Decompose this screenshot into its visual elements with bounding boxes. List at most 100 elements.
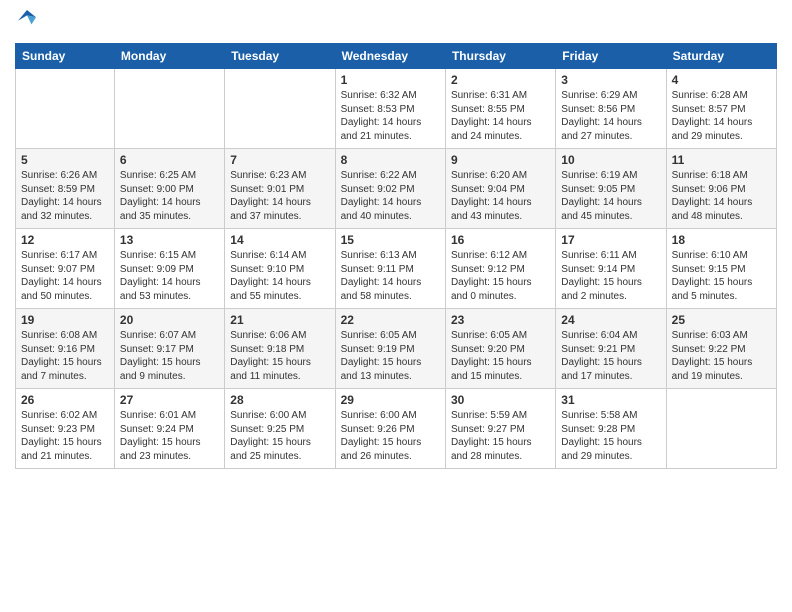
day-info: Sunrise: 6:05 AM Sunset: 9:19 PM Dayligh… [341,329,440,383]
day-number: 6 [120,153,219,167]
day-info: Sunrise: 6:29 AM Sunset: 8:56 PM Dayligh… [561,89,660,143]
day-info: Sunrise: 6:14 AM Sunset: 9:10 PM Dayligh… [230,249,329,303]
calendar-cell: 16 Sunrise: 6:12 AM Sunset: 9:12 PM Dayli… [445,229,555,309]
day-info: Sunrise: 6:20 AM Sunset: 9:04 PM Dayligh… [451,169,550,223]
day-info: Sunrise: 6:03 AM Sunset: 9:22 PM Dayligh… [672,329,771,383]
day-number: 29 [341,393,440,407]
calendar-cell: 28 Sunrise: 6:00 AM Sunset: 9:25 PM Dayli… [225,389,335,469]
calendar-cell: 15Sunrise: 6:13 AM Sunset: 9:11 PM Dayli… [335,229,445,309]
day-number: 9 [451,153,550,167]
day-number: 13 [120,233,219,247]
page-container: SundayMondayTuesdayWednesdayThursdayFrid… [0,0,792,479]
col-header-tuesday: Tuesday [225,44,335,69]
day-info: Sunrise: 6:18 AM Sunset: 9:06 PM Dayligh… [672,169,771,223]
calendar-cell: 17 Sunrise: 6:11 AM Sunset: 9:14 PM Dayli… [556,229,666,309]
day-number: 25 [672,313,771,327]
calendar-cell: 11 Sunrise: 6:18 AM Sunset: 9:06 PM Dayli… [666,149,776,229]
day-number: 23 [451,313,550,327]
week-row-1: 1 Sunrise: 6:32 AM Sunset: 8:53 PM Daylig… [16,69,777,149]
day-number: 31 [561,393,660,407]
day-number: 17 [561,233,660,247]
day-number: 1 [341,73,440,87]
header-row: SundayMondayTuesdayWednesdayThursdayFrid… [16,44,777,69]
calendar-cell: 9 Sunrise: 6:20 AM Sunset: 9:04 PM Daylig… [445,149,555,229]
calendar-cell: 19Sunrise: 6:08 AM Sunset: 9:16 PM Dayli… [16,309,115,389]
calendar-cell: 27 Sunrise: 6:01 AM Sunset: 9:24 PM Dayli… [114,389,224,469]
day-info: Sunrise: 6:28 AM Sunset: 8:57 PM Dayligh… [672,89,771,143]
calendar-cell: 21 Sunrise: 6:06 AM Sunset: 9:18 PM Dayli… [225,309,335,389]
day-info: Sunrise: 6:02 AM Sunset: 9:23 PM Dayligh… [21,409,109,463]
day-number: 26 [21,393,109,407]
day-info: Sunrise: 6:00 AM Sunset: 9:26 PM Dayligh… [341,409,440,463]
calendar-cell [114,69,224,149]
day-number: 22 [341,313,440,327]
col-header-monday: Monday [114,44,224,69]
week-row-5: 26 Sunrise: 6:02 AM Sunset: 9:23 PM Dayli… [16,389,777,469]
day-info: Sunrise: 6:23 AM Sunset: 9:01 PM Dayligh… [230,169,329,223]
day-number: 10 [561,153,660,167]
day-number: 2 [451,73,550,87]
day-number: 7 [230,153,329,167]
calendar-cell: 14 Sunrise: 6:14 AM Sunset: 9:10 PM Dayli… [225,229,335,309]
calendar-cell: 5 Sunrise: 6:26 AM Sunset: 8:59 PM Daylig… [16,149,115,229]
day-info: Sunrise: 6:04 AM Sunset: 9:21 PM Dayligh… [561,329,660,383]
day-number: 18 [672,233,771,247]
day-number: 16 [451,233,550,247]
calendar-cell: 25 Sunrise: 6:03 AM Sunset: 9:22 PM Dayli… [666,309,776,389]
day-number: 20 [120,313,219,327]
header [15,10,777,35]
col-header-friday: Friday [556,44,666,69]
day-number: 24 [561,313,660,327]
calendar-table: SundayMondayTuesdayWednesdayThursdayFrid… [15,43,777,469]
day-info: Sunrise: 5:58 AM Sunset: 9:28 PM Dayligh… [561,409,660,463]
calendar-cell [225,69,335,149]
col-header-thursday: Thursday [445,44,555,69]
day-info: Sunrise: 6:12 AM Sunset: 9:12 PM Dayligh… [451,249,550,303]
day-info: Sunrise: 6:01 AM Sunset: 9:24 PM Dayligh… [120,409,219,463]
calendar-cell: 29 Sunrise: 6:00 AM Sunset: 9:26 PM Dayli… [335,389,445,469]
calendar-cell [16,69,115,149]
day-number: 27 [120,393,219,407]
calendar-cell: 7 Sunrise: 6:23 AM Sunset: 9:01 PM Daylig… [225,149,335,229]
calendar-cell [666,389,776,469]
calendar-cell: 4 Sunrise: 6:28 AM Sunset: 8:57 PM Daylig… [666,69,776,149]
col-header-wednesday: Wednesday [335,44,445,69]
day-info: Sunrise: 6:07 AM Sunset: 9:17 PM Dayligh… [120,329,219,383]
week-row-2: 5 Sunrise: 6:26 AM Sunset: 8:59 PM Daylig… [16,149,777,229]
day-number: 4 [672,73,771,87]
day-number: 14 [230,233,329,247]
day-info: Sunrise: 6:19 AM Sunset: 9:05 PM Dayligh… [561,169,660,223]
day-info: Sunrise: 6:11 AM Sunset: 9:14 PM Dayligh… [561,249,660,303]
calendar-cell: 23 Sunrise: 6:05 AM Sunset: 9:20 PM Dayli… [445,309,555,389]
day-number: 11 [672,153,771,167]
calendar-cell: 30Sunrise: 5:59 AM Sunset: 9:27 PM Dayli… [445,389,555,469]
day-info: Sunrise: 6:17 AM Sunset: 9:07 PM Dayligh… [21,249,109,303]
calendar-cell: 18 Sunrise: 6:10 AM Sunset: 9:15 PM Dayli… [666,229,776,309]
day-number: 5 [21,153,109,167]
day-info: Sunrise: 6:13 AM Sunset: 9:11 PM Dayligh… [341,249,440,303]
calendar-cell: 3 Sunrise: 6:29 AM Sunset: 8:56 PM Daylig… [556,69,666,149]
day-info: Sunrise: 6:32 AM Sunset: 8:53 PM Dayligh… [341,89,440,143]
calendar-cell: 6 Sunrise: 6:25 AM Sunset: 9:00 PM Daylig… [114,149,224,229]
day-info: Sunrise: 6:08 AM Sunset: 9:16 PM Dayligh… [21,329,109,383]
logo-bird-icon [18,8,36,30]
day-number: 8 [341,153,440,167]
calendar-cell: 31 Sunrise: 5:58 AM Sunset: 9:28 PM Dayli… [556,389,666,469]
calendar-cell: 2Sunrise: 6:31 AM Sunset: 8:55 PM Daylig… [445,69,555,149]
calendar-cell: 20 Sunrise: 6:07 AM Sunset: 9:17 PM Dayli… [114,309,224,389]
day-info: Sunrise: 6:05 AM Sunset: 9:20 PM Dayligh… [451,329,550,383]
day-info: Sunrise: 6:06 AM Sunset: 9:18 PM Dayligh… [230,329,329,383]
week-row-3: 12Sunrise: 6:17 AM Sunset: 9:07 PM Dayli… [16,229,777,309]
week-row-4: 19Sunrise: 6:08 AM Sunset: 9:16 PM Dayli… [16,309,777,389]
calendar-cell: 22 Sunrise: 6:05 AM Sunset: 9:19 PM Dayli… [335,309,445,389]
calendar-cell: 1 Sunrise: 6:32 AM Sunset: 8:53 PM Daylig… [335,69,445,149]
day-info: Sunrise: 6:10 AM Sunset: 9:15 PM Dayligh… [672,249,771,303]
day-number: 28 [230,393,329,407]
day-info: Sunrise: 6:00 AM Sunset: 9:25 PM Dayligh… [230,409,329,463]
day-number: 3 [561,73,660,87]
day-number: 21 [230,313,329,327]
day-info: Sunrise: 6:22 AM Sunset: 9:02 PM Dayligh… [341,169,440,223]
calendar-cell: 10 Sunrise: 6:19 AM Sunset: 9:05 PM Dayli… [556,149,666,229]
day-info: Sunrise: 6:25 AM Sunset: 9:00 PM Dayligh… [120,169,219,223]
day-info: Sunrise: 6:26 AM Sunset: 8:59 PM Dayligh… [21,169,109,223]
